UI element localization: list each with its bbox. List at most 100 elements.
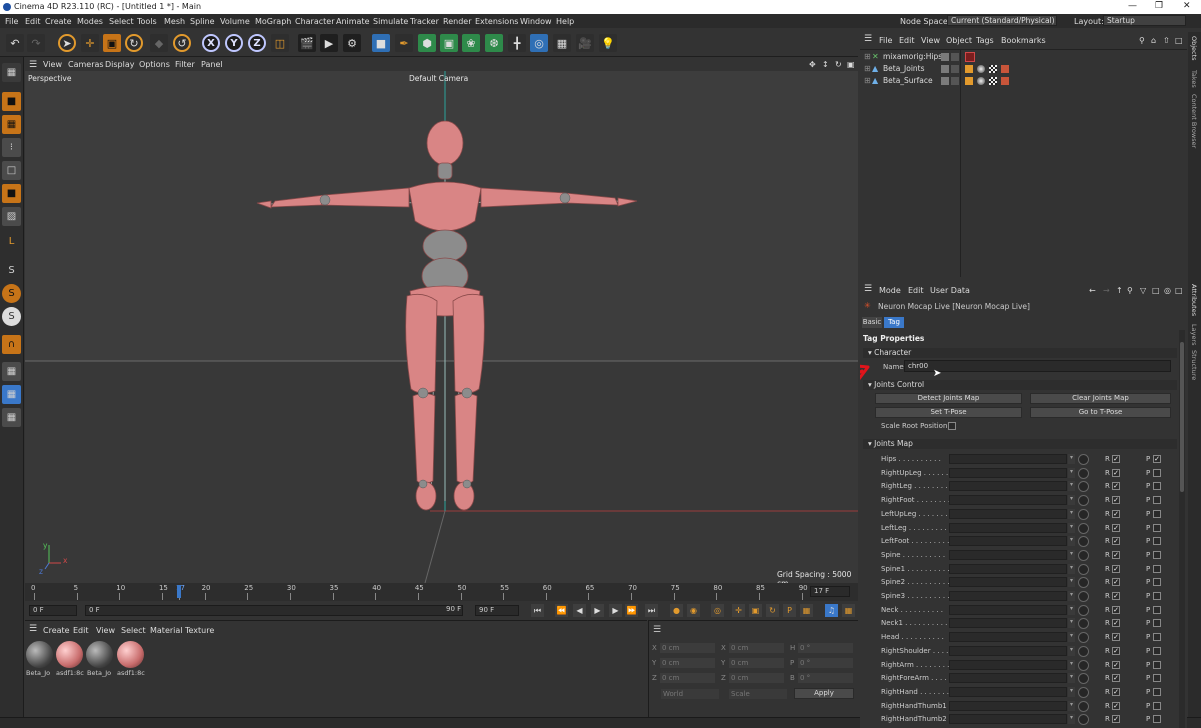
render-settings-icon[interactable]: ⚙ (343, 34, 361, 52)
tab-structure[interactable]: Structure (1190, 350, 1198, 380)
start-frame-field[interactable]: 0 F (29, 605, 77, 616)
position-checkbox[interactable] (1153, 619, 1161, 628)
position-checkbox[interactable] (1153, 674, 1161, 683)
timeline-playhead[interactable] (177, 585, 181, 598)
goto-start-icon[interactable]: ⏮ (531, 604, 544, 617)
apply-button[interactable]: Apply (794, 688, 854, 699)
z-axis-lock-icon[interactable]: Z (248, 34, 266, 52)
object-row[interactable]: ⊞ ✕ mixamorig:Hips (860, 51, 1187, 63)
rotation-checkbox[interactable]: ✓ (1112, 496, 1120, 505)
position-checkbox[interactable] (1153, 537, 1161, 546)
end-frame-field[interactable]: 90 F (475, 605, 519, 616)
minimize-icon[interactable]: — (1128, 1, 1137, 11)
sound-icon[interactable]: ♫ (825, 604, 838, 617)
rotation-checkbox[interactable]: ✓ (1112, 523, 1120, 532)
deformer-icon[interactable]: ❆ (485, 34, 503, 52)
restore-icon[interactable]: ❐ (1155, 1, 1163, 11)
node-space-select[interactable]: Current (Standard/Physical) (947, 15, 1057, 26)
position-checkbox[interactable] (1153, 550, 1161, 559)
subdivision-icon[interactable]: ⬢ (418, 34, 436, 52)
selection-tool-icon[interactable]: ➤ (58, 34, 76, 52)
objects-hamburger-icon[interactable]: ☰ (864, 34, 872, 44)
joint-dropdown-icon[interactable]: ▾ (1068, 591, 1075, 601)
section-joints-control[interactable]: ▾ Joints Control (863, 380, 1177, 390)
tab-tag[interactable]: Tag (884, 317, 904, 328)
joint-link-field[interactable] (949, 549, 1067, 560)
joint-picker-icon[interactable] (1078, 632, 1089, 644)
recent-tool-icon[interactable]: ◆ (150, 34, 168, 52)
joint-dropdown-icon[interactable]: ▾ (1068, 563, 1075, 574)
joint-dropdown-icon[interactable]: ▾ (1068, 673, 1075, 684)
rotation-checkbox[interactable]: ✓ (1112, 537, 1120, 546)
set-t-pose-button[interactable]: Set T-Pose (875, 407, 1022, 418)
goto-end-icon[interactable]: ⏭ (645, 604, 658, 617)
position-z-field[interactable]: 0 cm (660, 673, 715, 683)
joint-dropdown-icon[interactable]: ▾ (1068, 659, 1075, 670)
joint-link-field[interactable] (949, 673, 1067, 684)
rotation-checkbox[interactable]: ✓ (1112, 455, 1120, 463)
transform-tool-icon[interactable]: ↺ (173, 34, 191, 52)
visibility-editor-icon[interactable] (941, 53, 949, 61)
menu-mograph[interactable]: MoGraph (255, 17, 291, 26)
rotation-checkbox[interactable]: ✓ (1112, 509, 1120, 518)
rotation-checkbox[interactable]: ✓ (1112, 619, 1120, 628)
joint-dropdown-icon[interactable]: ▾ (1068, 481, 1075, 492)
position-y-field[interactable]: 0 cm (660, 658, 715, 668)
joint-link-field[interactable] (949, 714, 1067, 725)
object-name[interactable]: Beta_Surface (883, 76, 933, 85)
position-x-field[interactable]: 0 cm (660, 643, 715, 653)
menu-tracker[interactable]: Tracker (410, 17, 439, 26)
objects-menu-bookmarks[interactable]: Bookmarks (1001, 36, 1046, 45)
joint-picker-icon[interactable] (1078, 686, 1089, 698)
material-menu-edit[interactable]: Edit (73, 626, 89, 635)
rotate-tool-icon[interactable]: ↻ (125, 34, 143, 52)
joint-picker-icon[interactable] (1078, 618, 1089, 630)
attributes-menu-user-data[interactable]: User Data (930, 286, 970, 295)
floor-icon[interactable]: ▦ (553, 34, 571, 52)
joint-picker-icon[interactable] (1078, 659, 1089, 671)
viewport-menu-display[interactable]: Display (105, 60, 135, 69)
quantize-icon[interactable]: S (2, 307, 21, 326)
play-icon[interactable]: ▶ (591, 604, 604, 617)
viewport-menu-view[interactable]: View (43, 60, 62, 69)
position-checkbox[interactable] (1153, 564, 1161, 573)
menu-edit[interactable]: Edit (25, 17, 41, 26)
tab-takes[interactable]: Takes (1190, 70, 1198, 88)
position-checkbox[interactable] (1153, 687, 1161, 696)
rotation-h-field[interactable]: 0 ° (798, 643, 853, 653)
joint-link-field[interactable] (949, 591, 1067, 601)
attributes-menu-mode[interactable]: Mode (879, 286, 901, 295)
coord-mode-select[interactable]: Scale (729, 689, 787, 699)
joint-link-field[interactable] (949, 618, 1067, 629)
objects-menu-file[interactable]: File (879, 36, 892, 45)
y-axis-lock-icon[interactable]: Y (225, 34, 243, 52)
position-key-icon[interactable]: ✛ (732, 604, 745, 617)
uv-mode-icon[interactable]: ▨ (2, 207, 21, 226)
current-frame-field[interactable]: 17 F (810, 586, 850, 597)
object-expand-icon[interactable]: ⊞ (864, 76, 871, 85)
filter-icon[interactable]: ▽ (1140, 286, 1146, 295)
rotation-checkbox[interactable]: ✓ (1112, 578, 1120, 587)
tab-objects[interactable]: Objects (1190, 36, 1198, 61)
joint-dropdown-icon[interactable]: ▾ (1068, 632, 1075, 643)
menu-select[interactable]: Select (109, 17, 134, 26)
rotation-p-field[interactable]: 0 ° (798, 658, 853, 668)
material-swatch[interactable] (117, 641, 144, 668)
scene-object-icon[interactable]: ◎ (530, 34, 548, 52)
viewport-menu-panel[interactable]: Panel (201, 60, 223, 69)
menu-modes[interactable]: Modes (77, 17, 103, 26)
extrude-icon[interactable]: ▣ (440, 34, 458, 52)
material-menu-texture[interactable]: Texture (185, 626, 214, 635)
objects-search-icon[interactable]: ⚲ (1139, 36, 1145, 45)
cube-object-icon[interactable]: ■ (372, 34, 390, 52)
material-menu-material[interactable]: Material (150, 626, 183, 635)
attributes-menu-edit[interactable]: Edit (908, 286, 924, 295)
magnet-icon[interactable]: ∩ (2, 335, 21, 354)
position-checkbox[interactable] (1153, 715, 1161, 724)
joint-picker-icon[interactable] (1078, 454, 1089, 465)
joint-link-field[interactable] (949, 522, 1067, 533)
position-checkbox[interactable] (1153, 482, 1161, 491)
joint-picker-icon[interactable] (1078, 495, 1089, 507)
menu-window[interactable]: Window (520, 17, 552, 26)
joint-link-field[interactable] (949, 508, 1067, 519)
